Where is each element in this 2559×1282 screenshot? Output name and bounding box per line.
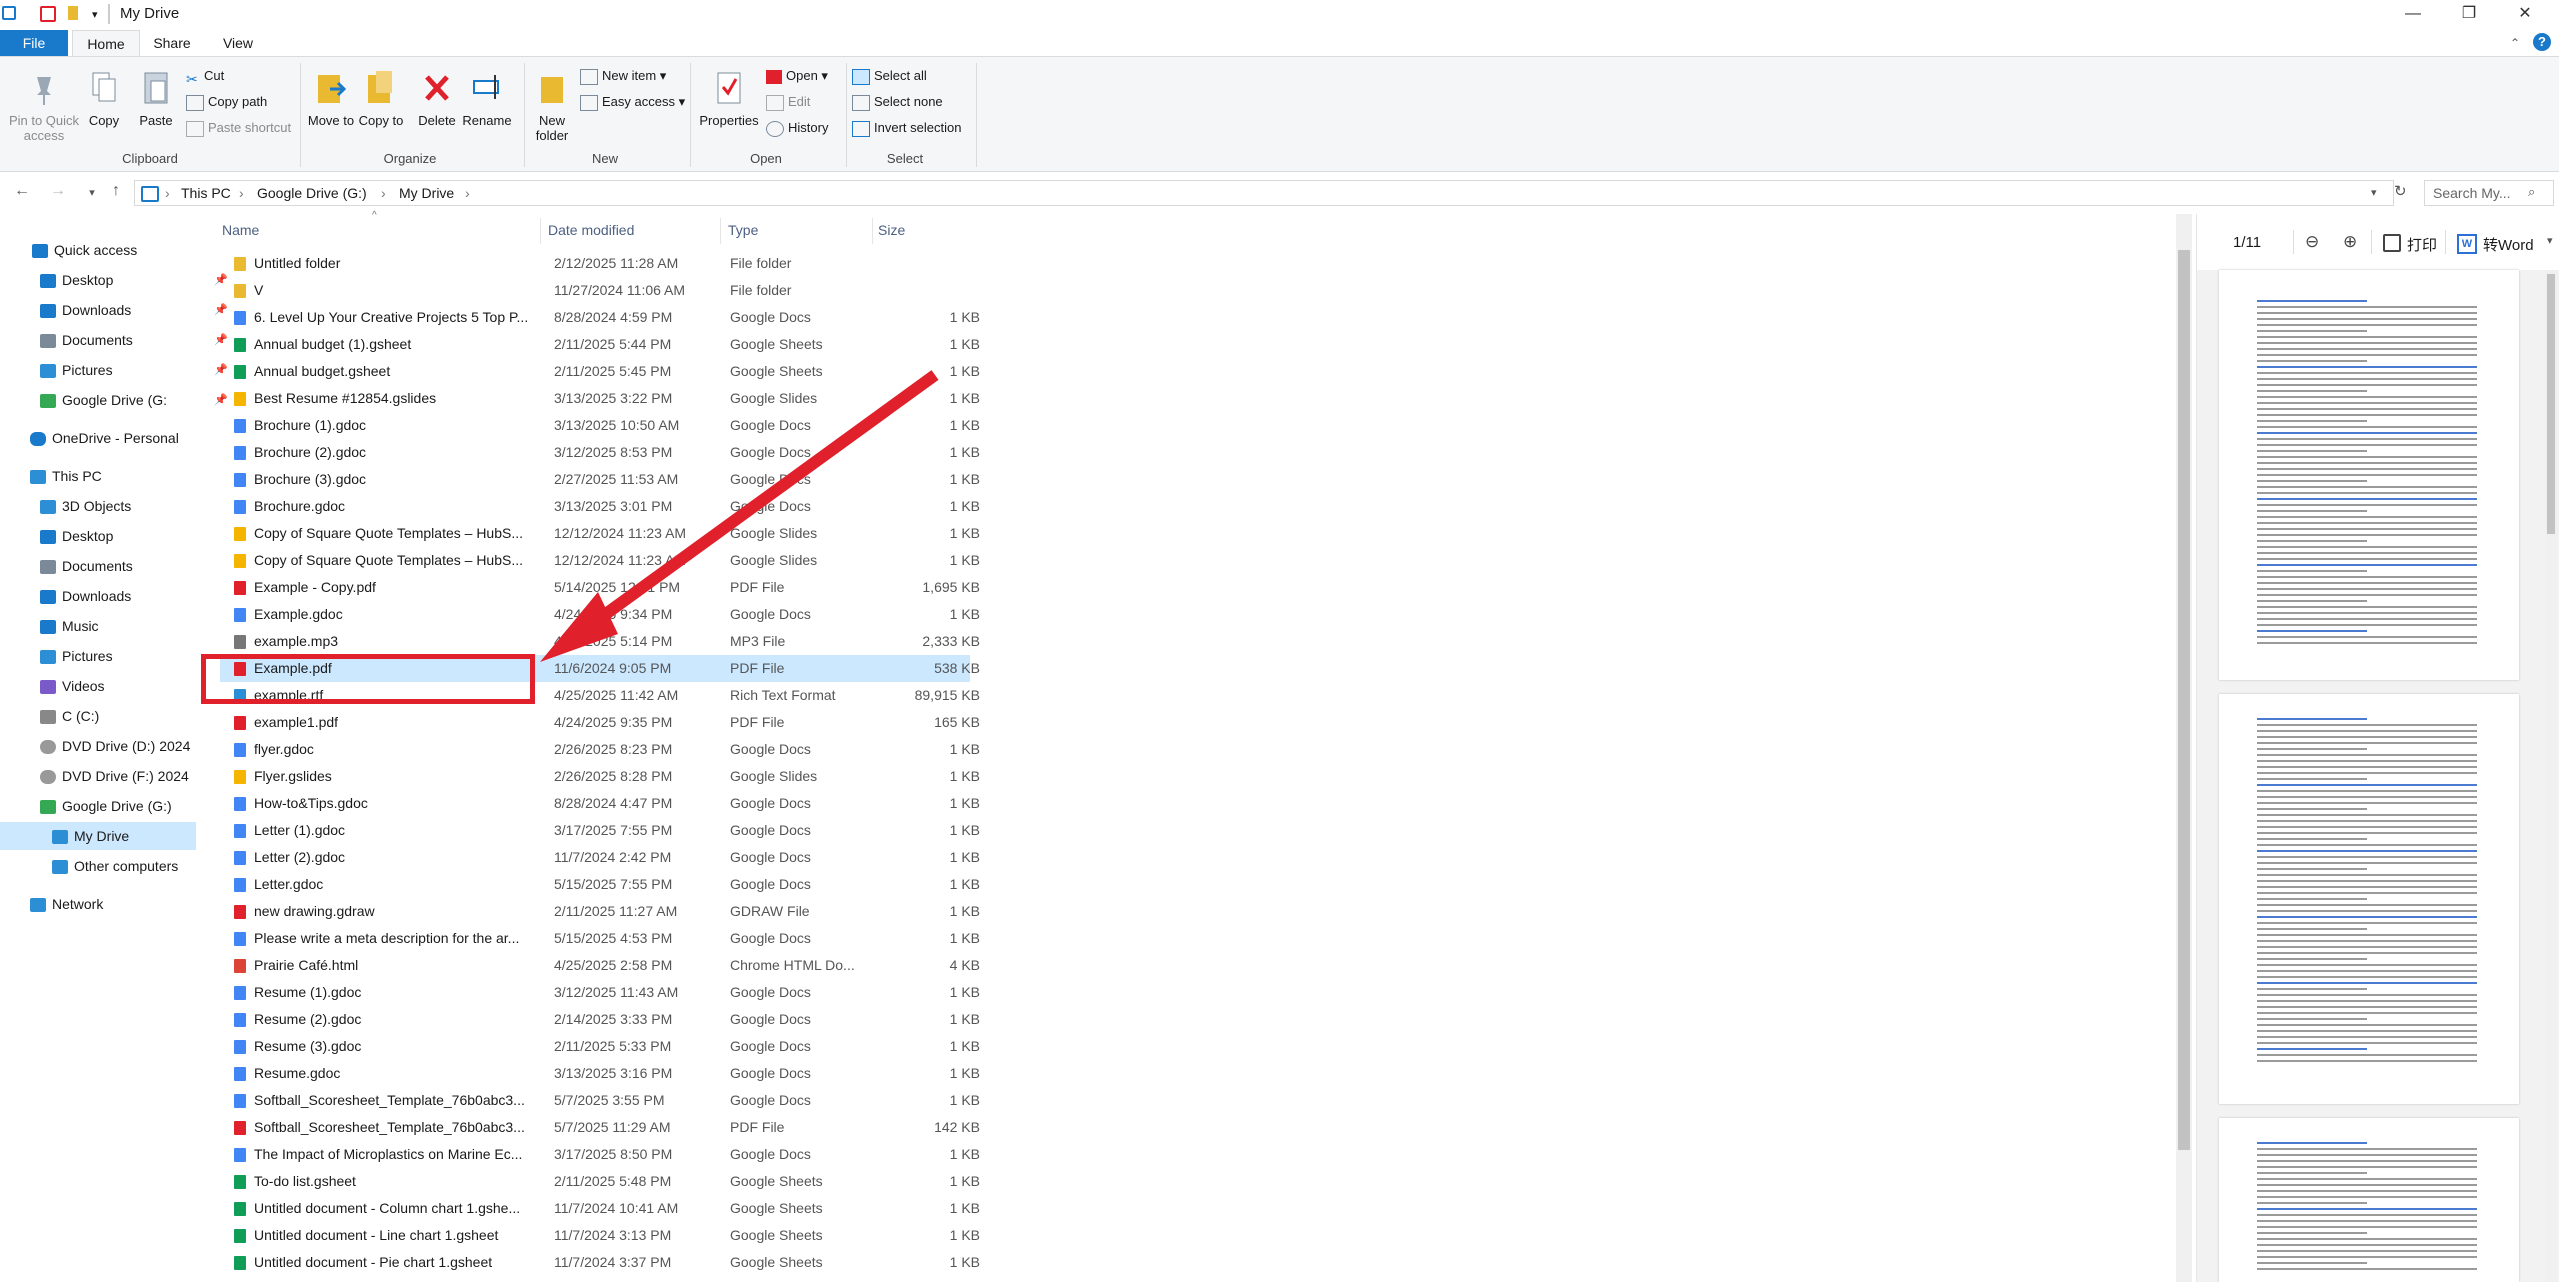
annotation-arrow bbox=[540, 370, 939, 662]
